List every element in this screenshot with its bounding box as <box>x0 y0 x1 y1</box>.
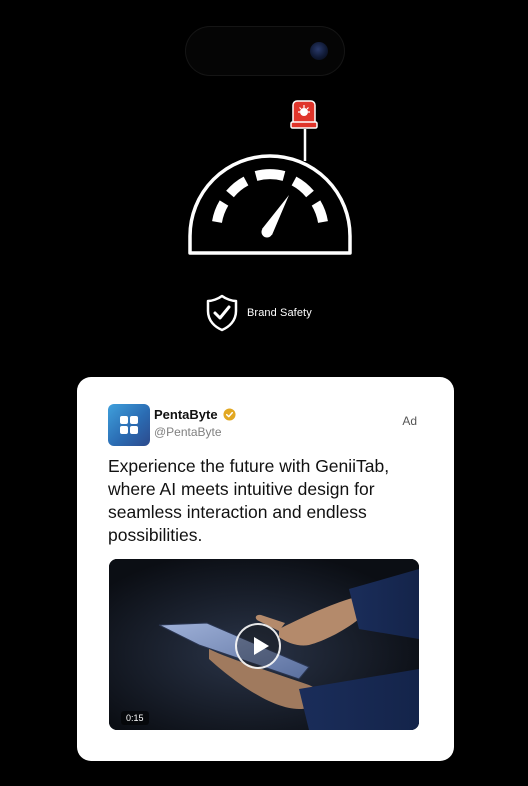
dynamic-island <box>186 27 344 75</box>
author-name-row: PentaByte <box>154 407 236 422</box>
brand-safety-label: Brand Safety <box>247 307 312 319</box>
ad-post-card[interactable]: PentaByte @PentaByte Ad Experience the f… <box>77 377 454 761</box>
avatar[interactable] <box>108 404 150 446</box>
shield-check-icon <box>206 294 238 332</box>
author-handle[interactable]: @PentaByte <box>154 425 222 439</box>
red-siren-icon <box>290 100 318 129</box>
author-display-name[interactable]: PentaByte <box>154 407 218 422</box>
play-button[interactable] <box>235 623 281 669</box>
post-text: Experience the future with GeniiTab, whe… <box>108 456 390 545</box>
brand-safety-badge: Brand Safety <box>205 294 312 332</box>
brand-safety-gauge <box>180 96 360 261</box>
speedometer-gauge-icon <box>188 100 352 255</box>
ad-label: Ad <box>402 414 417 428</box>
video-duration: 0:15 <box>121 711 149 725</box>
front-camera <box>310 42 328 60</box>
verified-badge-icon <box>223 408 236 421</box>
app-grid-logo <box>120 416 138 434</box>
